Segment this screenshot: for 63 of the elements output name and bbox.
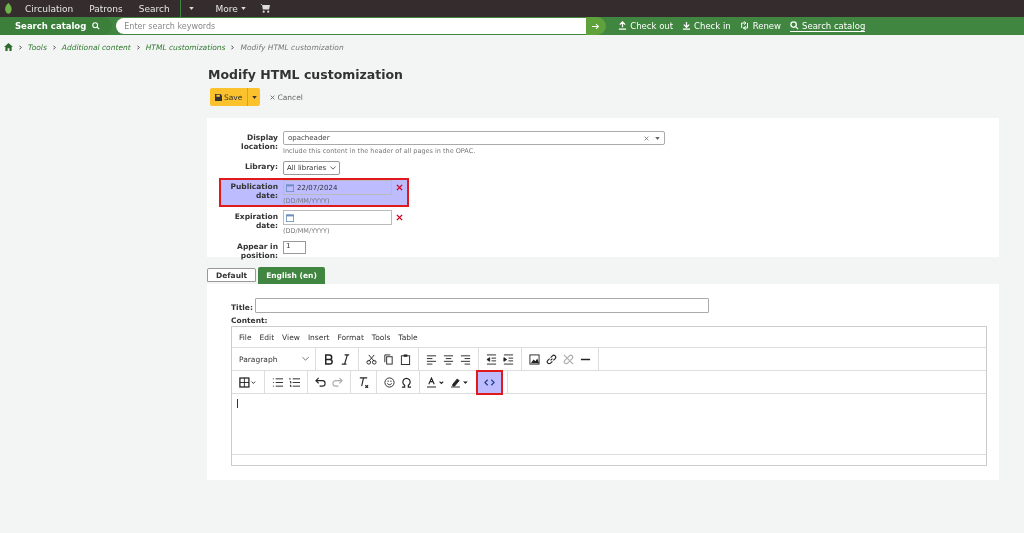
nav-link[interactable]: Patrons (89, 3, 123, 14)
renew-link[interactable]: Renew (739, 20, 781, 32)
search-icon[interactable] (790, 21, 799, 30)
cart-icon[interactable] (259, 4, 271, 13)
outdent-icon[interactable] (485, 352, 498, 366)
download-icon[interactable] (682, 21, 692, 30)
numbered-list-icon[interactable] (288, 375, 301, 389)
source-code-icon[interactable] (478, 371, 501, 393)
unlink-icon (562, 352, 575, 366)
more-menu[interactable]: More (215, 3, 246, 14)
arrow-right-icon[interactable] (592, 22, 601, 30)
caret-icon[interactable] (251, 95, 257, 99)
bullet-list-icon[interactable] (271, 375, 284, 389)
leaf-logo-icon[interactable] (4, 3, 13, 14)
chevron-right-icon (136, 44, 140, 50)
search-catalog-link[interactable]: Search catalog (790, 20, 866, 32)
table-icon[interactable] (238, 375, 258, 389)
nav-link[interactable]: Circulation (25, 3, 74, 14)
page-title: Modify HTML customization (208, 67, 405, 82)
home-icon[interactable] (4, 43, 13, 51)
search-field[interactable]: Enter search keywords (116, 18, 587, 34)
search-icon[interactable] (92, 22, 101, 30)
close-icon[interactable] (270, 94, 276, 100)
highlighter-icon[interactable] (450, 375, 470, 389)
bold-icon[interactable] (322, 352, 335, 366)
paste-icon[interactable] (399, 352, 412, 366)
cut-icon[interactable] (365, 352, 378, 366)
caret-icon[interactable] (655, 136, 660, 140)
check-out-link[interactable]: Check out (618, 20, 674, 32)
text-color-icon[interactable] (426, 375, 446, 389)
renew-icon[interactable] (739, 21, 750, 30)
caret-icon[interactable] (240, 7, 246, 10)
chevron-down-icon[interactable] (330, 166, 337, 170)
align-left-icon[interactable] (425, 352, 438, 366)
chevron-right-icon (231, 44, 235, 50)
undo-icon[interactable] (314, 375, 327, 389)
redo-icon (331, 375, 344, 389)
chevron-down-icon[interactable] (302, 357, 309, 361)
clear-icon[interactable] (396, 214, 403, 221)
align-center-icon[interactable] (442, 352, 455, 366)
indent-icon[interactable] (502, 352, 515, 366)
nav-link[interactable]: Search (138, 3, 170, 14)
clear-formatting-icon[interactable] (357, 375, 370, 389)
caret-button[interactable] (247, 88, 261, 106)
image-icon[interactable] (528, 352, 541, 366)
clear-icon[interactable] (396, 184, 403, 191)
submit-button[interactable] (586, 17, 607, 35)
date-field[interactable] (283, 210, 392, 225)
align-right-icon[interactable] (459, 352, 472, 366)
caret-icon[interactable] (188, 7, 194, 10)
search-catalog-tab[interactable]: Search catalog (0, 17, 113, 35)
chevron-right-icon (19, 44, 22, 50)
chevron-right-icon (52, 44, 56, 50)
omega-icon[interactable] (400, 375, 413, 389)
clear-icon[interactable] (644, 135, 649, 141)
upload-icon[interactable] (618, 21, 628, 30)
title-field[interactable] (254, 298, 709, 313)
check-in-link[interactable]: Check in (682, 20, 731, 32)
link-icon[interactable] (545, 352, 558, 366)
calendar-icon[interactable] (286, 213, 294, 222)
copy-icon[interactable] (382, 352, 395, 366)
italic-icon[interactable] (339, 352, 352, 366)
emoji-icon[interactable] (383, 375, 396, 389)
